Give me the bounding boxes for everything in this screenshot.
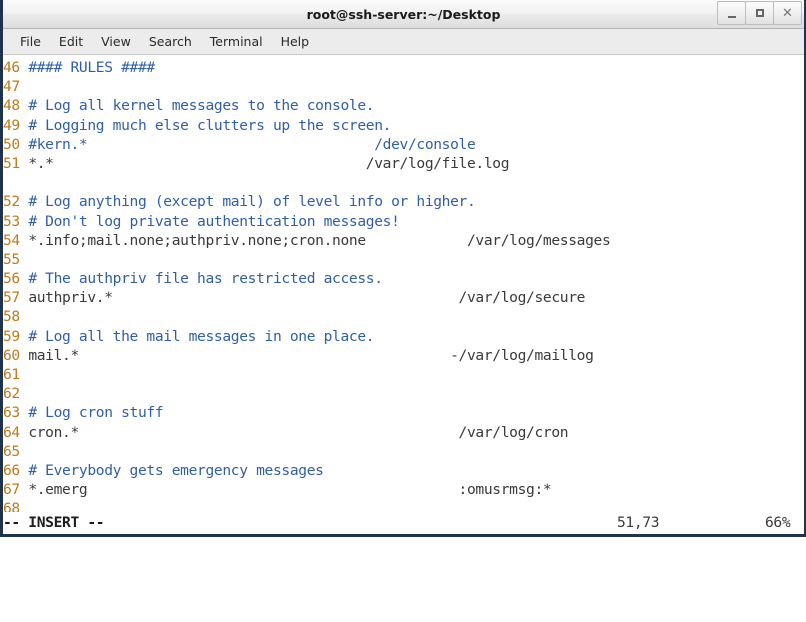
line-number: 61 <box>3 366 29 383</box>
editor-line: 56 # The authpriv file has restricted ac… <box>3 269 804 288</box>
line-number: 46 <box>3 59 29 76</box>
line-number: 54 <box>3 231 29 249</box>
menu-item-search[interactable]: Search <box>140 32 201 51</box>
line-text: # Everybody gets emergency messages <box>28 461 324 479</box>
window-controls: ✕ <box>717 1 802 25</box>
editor-line: 51 *.* /var/log/file.log <box>3 154 804 173</box>
menu-item-help[interactable]: Help <box>272 32 319 51</box>
line-text: # Log cron stuff <box>28 404 164 422</box>
line-text: # Log all the mail messages in one place… <box>28 327 375 345</box>
editor-line: 61 <box>3 365 804 384</box>
editor-line: 54 *.info;mail.none;authpriv.none;cron.n… <box>3 231 804 250</box>
line-text: #### RULES #### <box>28 59 155 76</box>
line-text: cron.* /var/log/cron <box>28 423 569 441</box>
scroll-percent: 66% <box>765 514 791 531</box>
line-text: *.* /var/log/file.log <box>28 154 510 172</box>
editor-line: 50 #kern.* /dev/console <box>3 135 804 154</box>
editor-line: 55 <box>3 250 804 269</box>
editor-line <box>3 173 804 192</box>
close-icon: ✕ <box>782 5 793 21</box>
editor-line: 62 <box>3 384 804 403</box>
line-number: 60 <box>3 346 29 364</box>
line-text: # Don't log private authentication messa… <box>28 212 400 230</box>
line-number <box>3 174 28 191</box>
line-text: authpriv.* /var/log/secure <box>28 289 586 307</box>
menu-item-file[interactable]: File <box>11 32 50 51</box>
title-bar[interactable]: root@ssh-server:~/Desktop ✕ <box>3 0 804 29</box>
menu-bar: File Edit View Search Terminal Help <box>3 29 804 55</box>
line-number: 55 <box>3 250 29 268</box>
editor-buffer[interactable]: 46 #### RULES #### 47 48 # Log all kernel… <box>3 58 804 512</box>
line-number: 53 <box>3 212 29 230</box>
line-number: 65 <box>3 442 29 460</box>
editor-line: 53 # Don't log private authentication me… <box>3 212 804 231</box>
line-text: # Logging much else clutters up the scre… <box>28 116 392 134</box>
line-number: 68 <box>3 500 29 512</box>
line-number: 47 <box>3 78 29 96</box>
line-number: 49 <box>3 116 29 134</box>
line-number: 56 <box>3 270 29 288</box>
editor-line: 47 <box>3 77 804 96</box>
line-text: mail.* -/var/log/maillog <box>28 346 594 364</box>
line-text: # The authpriv file has restricted acces… <box>28 270 383 288</box>
editor-line: 46 #### RULES #### <box>3 58 804 77</box>
line-number: 57 <box>3 289 29 307</box>
editor-line: 59 # Log all the mail messages in one pl… <box>3 327 804 346</box>
editor-line: 66 # Everybody gets emergency messages <box>3 461 804 480</box>
maximize-button[interactable] <box>745 1 774 25</box>
line-text: #kern.* /dev/console <box>28 135 476 153</box>
editor-line: 58 <box>3 307 804 326</box>
editor-line: 68 <box>3 499 804 512</box>
line-number: 50 <box>3 135 29 153</box>
editor-line: 57 authpriv.* /var/log/secure <box>3 288 804 307</box>
line-number: 52 <box>3 193 29 211</box>
window-title: root@ssh-server:~/Desktop <box>306 6 501 22</box>
editor-line: 64 cron.* /var/log/cron <box>3 423 804 442</box>
line-number: 48 <box>3 97 29 115</box>
line-number: 67 <box>3 481 29 499</box>
editor-line: 67 *.emerg :omusrmsg:* <box>3 480 804 499</box>
editor-mode-indicator: -- INSERT -- <box>3 514 105 531</box>
editor-line: 60 mail.* -/var/log/maillog <box>3 346 804 365</box>
menu-item-edit[interactable]: Edit <box>50 32 92 51</box>
editor-line: 48 # Log all kernel messages to the cons… <box>3 96 804 115</box>
line-text: # Log all kernel messages to the console… <box>28 97 375 115</box>
editor-line: 52 # Log anything (except mail) of level… <box>3 192 804 211</box>
editor-line: 49 # Logging much else clutters up the s… <box>3 116 804 135</box>
editor-line: 63 # Log cron stuff <box>3 403 804 422</box>
close-button[interactable]: ✕ <box>773 1 802 25</box>
menu-item-view[interactable]: View <box>92 32 140 51</box>
line-number: 62 <box>3 385 29 403</box>
line-number: 51 <box>3 154 29 172</box>
terminal-window: root@ssh-server:~/Desktop ✕ File Edit Vi… <box>0 0 806 537</box>
menu-item-terminal[interactable]: Terminal <box>201 32 272 51</box>
maximize-icon <box>755 9 764 17</box>
line-text: *.emerg :omusrmsg:* <box>28 481 552 499</box>
line-text: # Log anything (except mail) of level in… <box>28 193 476 211</box>
line-text: *.info;mail.none;authpriv.none;cron.none… <box>28 231 611 249</box>
minimize-icon <box>727 15 736 18</box>
line-number: 64 <box>3 423 29 441</box>
line-number: 63 <box>3 404 29 422</box>
line-number: 59 <box>3 327 29 345</box>
cursor-position: 51,73 <box>617 514 660 531</box>
line-number: 58 <box>3 308 29 326</box>
editor-line: 65 <box>3 442 804 461</box>
terminal-content[interactable]: 46 #### RULES #### 47 48 # Log all kernel… <box>3 55 804 512</box>
line-number: 66 <box>3 461 29 479</box>
minimize-button[interactable] <box>717 1 746 25</box>
vim-status-bar: -- INSERT -- 51,73 66% <box>3 512 804 534</box>
